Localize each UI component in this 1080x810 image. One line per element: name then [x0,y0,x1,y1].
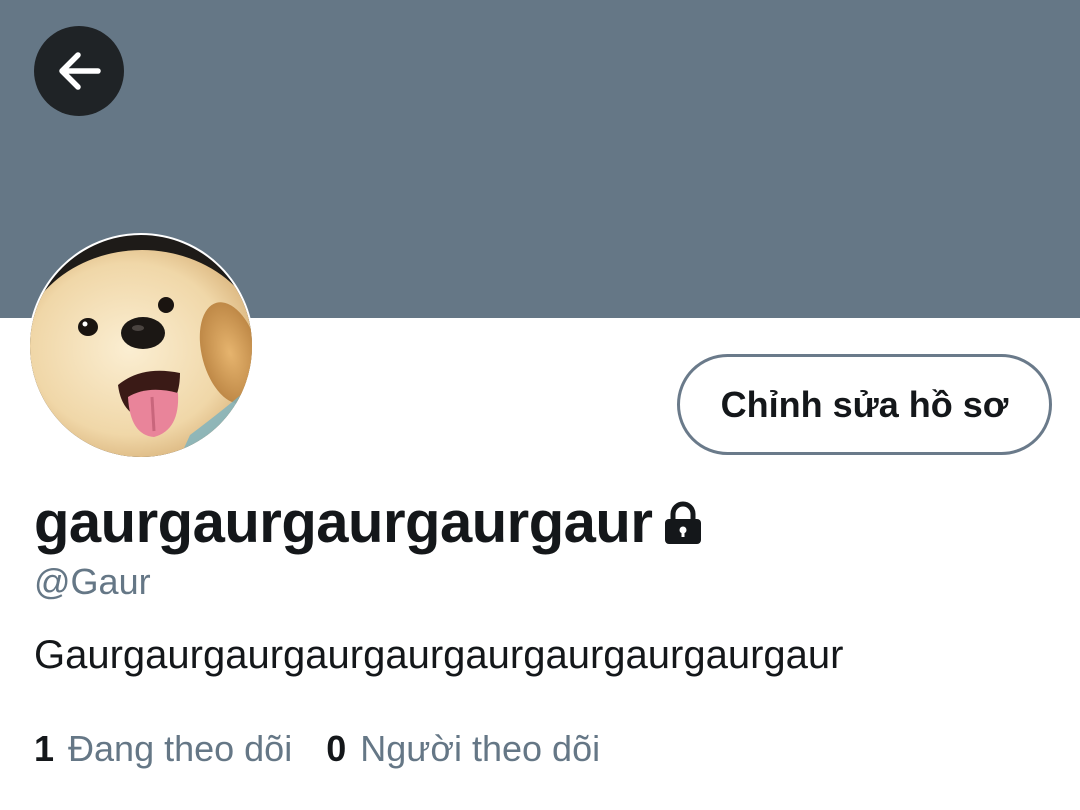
profile-page: Chỉnh sửa hồ sơ gaurgaurgaurgaurgaur @Ga… [0,0,1080,810]
arrow-left-icon [54,46,104,96]
display-name-row: gaurgaurgaurgaurgaur [34,490,706,556]
profile-stats: 1 Đang theo dõi 0 Người theo dõi [34,724,634,774]
profile-handle: @Gaur [34,561,151,602]
avatar[interactable] [28,233,254,459]
followers-label: Người theo dõi [360,728,601,769]
edit-profile-button[interactable]: Chỉnh sửa hồ sơ [677,354,1052,455]
profile-bio: Gaurgaurgaurgaurgaurgaurgaurgaurgaurgaur [34,633,844,677]
followers-stat[interactable]: 0 Người theo dõi [326,724,600,774]
following-stat[interactable]: 1 Đang theo dõi [34,724,292,774]
lock-icon [660,500,706,546]
following-count: 1 [34,728,55,769]
back-button[interactable] [34,26,124,116]
followers-count: 0 [326,728,347,769]
following-label: Đang theo dõi [68,728,293,769]
display-name: gaurgaurgaurgaurgaur [34,490,653,555]
